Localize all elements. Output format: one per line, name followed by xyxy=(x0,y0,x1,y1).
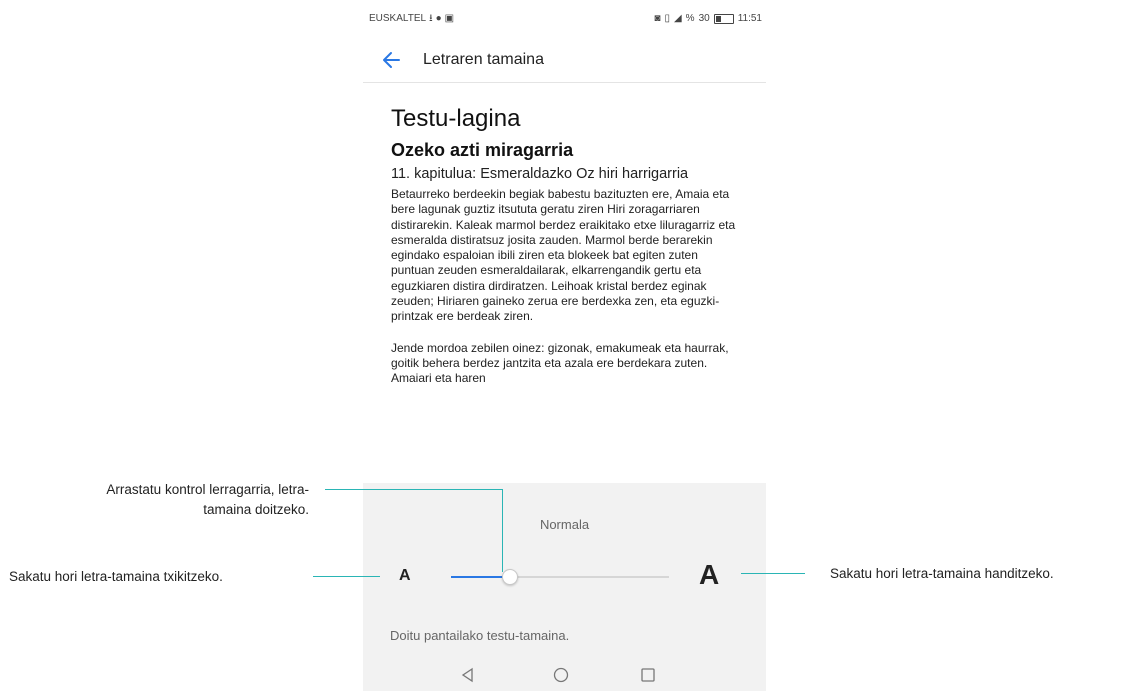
square-recents-icon[interactable] xyxy=(639,666,657,684)
battery-percent-sign: % xyxy=(685,13,695,24)
battery-percent: 30 xyxy=(698,13,710,24)
preview-content: Testu-lagina Ozeko azti miragarria 11. k… xyxy=(391,105,741,403)
app-bar: Letraren tamaina xyxy=(363,38,766,83)
triangle-back-icon[interactable] xyxy=(459,666,477,684)
signal-icon: ◢ xyxy=(673,12,682,24)
slider-thumb[interactable] xyxy=(502,569,518,585)
status-bar: EUSKALTEL ⭳ ● ▣ ◙ ▯ ◢ % 30 11:51 xyxy=(363,0,766,38)
paragraph-2: Jende mordoa zebilen oinez: gizonak, ema… xyxy=(391,340,729,386)
download-icon: ⭳ xyxy=(429,12,433,24)
navigation-bar xyxy=(363,658,766,691)
sample-text-preview: Testu-lagina Ozeko azti miragarria 11. k… xyxy=(363,83,766,483)
status-left: EUSKALTEL ⭳ ● ▣ xyxy=(369,13,454,24)
preview-fade xyxy=(363,463,766,483)
sample-heading: Testu-lagina xyxy=(391,105,521,132)
status-right: ◙ ▯ ◢ % 30 11:51 xyxy=(654,13,762,24)
callout-increase: Sakatu hori letra-tamaina handitzeko. xyxy=(830,566,1054,581)
page-title: Letraren tamaina xyxy=(423,51,544,68)
increase-font-button[interactable]: A xyxy=(699,559,719,591)
font-size-slider[interactable] xyxy=(451,569,669,585)
callout-decrease: Sakatu hori letra-tamaina txikitzeko. xyxy=(9,569,223,584)
vibrate-icon: ▯ xyxy=(664,12,670,24)
nfc-icon: ◙ xyxy=(654,12,661,24)
chat-icon: ● xyxy=(435,12,442,24)
decrease-font-button[interactable]: A xyxy=(399,567,411,585)
paragraph-1: Betaurreko berdeekin begiak babestu bazi… xyxy=(391,187,736,324)
clock: 11:51 xyxy=(737,13,762,24)
arrow-left-icon[interactable] xyxy=(379,47,405,73)
current-size-label: Normala xyxy=(539,517,590,532)
circle-home-icon[interactable] xyxy=(552,666,570,684)
battery-icon xyxy=(713,13,734,24)
phone-screen: EUSKALTEL ⭳ ● ▣ ◙ ▯ ◢ % 30 11:51 Letrare… xyxy=(363,0,766,691)
callout-slider-vertical-line xyxy=(502,489,503,572)
callout-increase-line xyxy=(741,573,805,574)
callout-slider: Arrastatu kontrol lerragarria, letra- ta… xyxy=(9,480,309,520)
book-title: Ozeko azti miragarria xyxy=(391,140,574,160)
callout-decrease-line xyxy=(313,576,380,577)
callout-slider-line-1: Arrastatu kontrol lerragarria, letra- xyxy=(106,482,309,497)
carrier-name: EUSKALTEL xyxy=(369,13,427,24)
chapter-title: 11. kapitulua: Esmeraldazko Oz hiri harr… xyxy=(391,166,689,182)
callout-slider-line-2: tamaina doitzeko. xyxy=(203,502,309,517)
font-size-panel: Normala A A Doitu pantailako testu-tamai… xyxy=(363,483,766,658)
hint-text: Doitu pantailako testu-tamaina. xyxy=(390,628,570,643)
image-icon: ▣ xyxy=(444,12,455,24)
callout-slider-line xyxy=(325,489,502,490)
